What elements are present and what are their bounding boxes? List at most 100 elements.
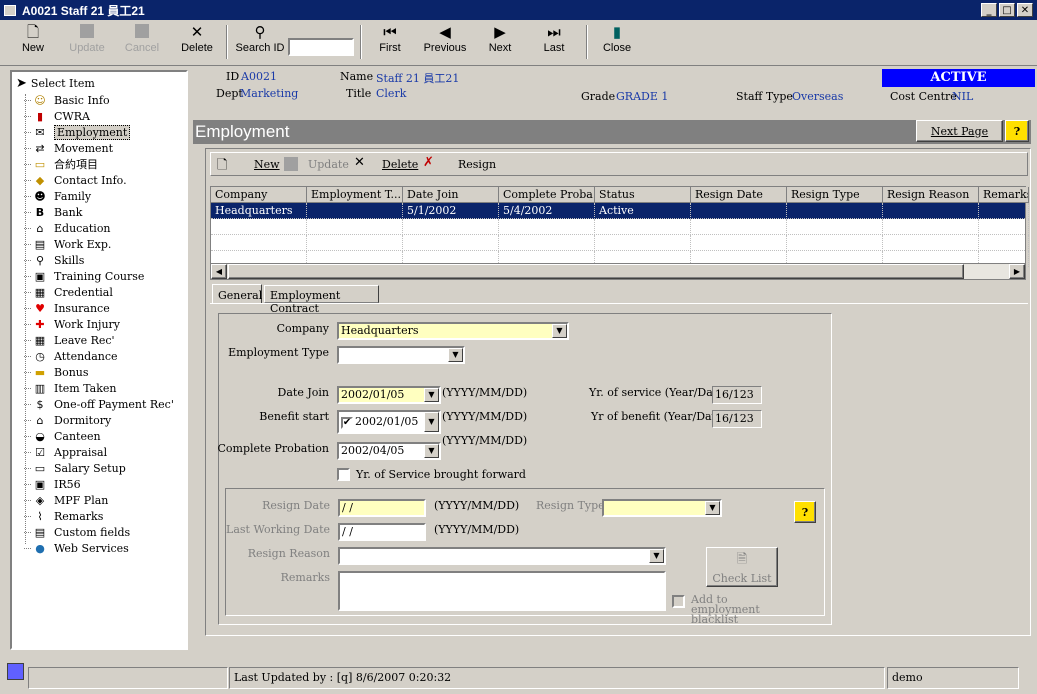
sidebar-item-skills[interactable]: ⚲ Skills — [24, 252, 85, 268]
tab-employment-contract[interactable]: Employment Contract — [264, 285, 379, 315]
sidebar-item-work-exp[interactable]: ▤ Work Exp. — [24, 236, 111, 252]
paperclip-icon: ⌇ — [37, 509, 43, 523]
sidebar-item-family[interactable]: ☻ Family — [24, 188, 91, 204]
sidebar-item-training-course[interactable]: ▣ Training Course — [24, 268, 144, 284]
grid-update-button[interactable]: Update — [308, 158, 349, 171]
brought-forward-checkbox[interactable] — [337, 468, 350, 481]
column-header[interactable]: Resign Reason — [883, 187, 979, 203]
blacklist-option[interactable]: Add to employment blacklist — [672, 594, 789, 625]
status-panel-empty — [28, 667, 228, 689]
sidebar-item-employment[interactable]: ✉ Employment — [24, 124, 131, 140]
sidebar-item-basic-info[interactable]: ☺ Basic Info — [24, 92, 110, 108]
sidebar-item-web-services[interactable]: ● Web Services — [24, 540, 129, 556]
date-join-field[interactable]: 2002/01/05 ▼ — [337, 386, 441, 404]
sidebar-item-contract[interactable]: ▭ 合約項目 — [24, 156, 98, 172]
column-header[interactable]: Company — [211, 187, 307, 203]
grid-delete-button[interactable]: Delete — [382, 158, 418, 171]
resign-help-button[interactable]: ? — [794, 501, 816, 523]
search-id-input[interactable] — [288, 38, 354, 56]
update-button[interactable]: Update — [66, 24, 108, 54]
employment-type-select[interactable]: ▼ — [337, 346, 465, 364]
sidebar-item-cwra[interactable]: ▮ CWRA — [24, 108, 90, 124]
scroll-left-icon[interactable]: ◀ — [211, 264, 227, 279]
title-bar: A0021 Staff 21 員工21 _ □ ✕ — [0, 0, 1037, 20]
resign-date-field[interactable]: / / — [338, 499, 426, 517]
sidebar-item-appraisal[interactable]: ☑ Appraisal — [24, 444, 107, 460]
table-cell — [883, 203, 979, 219]
sidebar-item-bonus[interactable]: ▬ Bonus — [24, 364, 89, 380]
book-icon: ▮ — [36, 109, 44, 123]
sidebar-item-custom-fields[interactable]: ▤ Custom fields — [24, 524, 130, 540]
remarks-textarea[interactable] — [338, 571, 666, 611]
sidebar-item-label: Bonus — [54, 365, 89, 379]
sidebar-item-work-injury[interactable]: ✚ Work Injury — [24, 316, 120, 332]
blacklist-checkbox[interactable] — [672, 595, 685, 608]
cancel-button[interactable]: Cancel — [122, 24, 162, 54]
column-header[interactable]: Resign Type — [787, 187, 883, 203]
grid-new-button[interactable]: New — [254, 158, 280, 171]
chevron-down-icon: ▼ — [424, 444, 439, 458]
previous-button[interactable]: ◀ Previous — [420, 24, 470, 54]
sidebar-item-education[interactable]: ⌂ Education — [24, 220, 111, 236]
check-list-button[interactable]: 🗎 Check List — [706, 547, 778, 587]
resign-reason-select[interactable]: ▼ — [338, 547, 666, 565]
column-header[interactable]: Resign Date — [691, 187, 787, 203]
sidebar-item-label: Credential — [54, 285, 113, 299]
first-button[interactable]: ⏮ First — [374, 24, 406, 54]
column-header[interactable]: Complete Proba... — [499, 187, 595, 203]
sidebar-item-mpf-plan[interactable]: ◈ MPF Plan — [24, 492, 108, 508]
horizontal-scrollbar[interactable]: ◀ ▶ — [211, 263, 1025, 279]
scrollbar-thumb[interactable] — [228, 264, 964, 279]
status-badge: ACTIVE — [882, 69, 1035, 87]
sidebar-item-label: CWRA — [54, 109, 90, 123]
sidebar-item-one-off-payment-rec[interactable]: $ One-off Payment Rec' — [24, 396, 174, 412]
new-button[interactable]: 🗋 New — [18, 24, 48, 54]
brought-forward-option[interactable]: Yr. of Service brought forward — [337, 468, 526, 481]
next-page-button[interactable]: Next Page — [916, 120, 1003, 142]
table-row[interactable] — [211, 235, 1029, 251]
column-header[interactable]: Remarks — [979, 187, 1029, 203]
complete-probation-field[interactable]: 2002/04/05 ▼ — [337, 442, 441, 460]
resign-type-select[interactable]: ▼ — [602, 499, 722, 517]
search-id-button[interactable]: ⚲ Search ID — [234, 24, 286, 54]
table-row[interactable]: Headquarters 5/1/2002 5/4/2002 Active — [211, 203, 1029, 219]
next-button[interactable]: ▶ Next — [484, 24, 516, 54]
delete-button[interactable]: ✕ Delete — [178, 24, 216, 54]
sidebar-item-dormitory[interactable]: ⌂ Dormitory — [24, 412, 111, 428]
close-button[interactable]: ▮ Close — [600, 24, 634, 54]
benefit-start-field[interactable]: ✔ 2002/01/05 ▼ — [337, 410, 441, 434]
sidebar-item-remarks[interactable]: ⌇ Remarks — [24, 508, 104, 524]
sidebar-item-bank[interactable]: B Bank — [24, 204, 82, 220]
scroll-right-icon[interactable]: ▶ — [1009, 264, 1025, 279]
company-select[interactable]: Headquarters ▼ — [337, 322, 569, 340]
sidebar-item-credential[interactable]: ▦ Credential — [24, 284, 113, 300]
tab-general[interactable]: General — [212, 284, 262, 304]
table-row[interactable] — [211, 219, 1029, 235]
current-user: demo — [887, 667, 1019, 689]
sidebar-item-movement[interactable]: ⇄ Movement — [24, 140, 113, 156]
sidebar-item-attendance[interactable]: ◷ Attendance — [24, 348, 118, 364]
sidebar-item-salary-setup[interactable]: ▭ Salary Setup — [24, 460, 126, 476]
table-cell — [595, 219, 691, 235]
maximize-button[interactable]: □ — [999, 3, 1015, 17]
sidebar-item-label: Skills — [54, 253, 85, 267]
sidebar-item-leave-rec[interactable]: ▦ Leave Rec' — [24, 332, 115, 348]
column-header[interactable]: Date Join — [403, 187, 499, 203]
grid-resign-button[interactable]: Resign — [458, 158, 496, 171]
last-button[interactable]: ⏭ Last — [538, 24, 570, 54]
minimize-button[interactable]: _ — [981, 3, 997, 17]
table-cell — [211, 219, 307, 235]
sidebar-item-ir56[interactable]: ▣ IR56 — [24, 476, 81, 492]
close-window-button[interactable]: ✕ — [1017, 3, 1033, 17]
sidebar-item-insurance[interactable]: ♥ Insurance — [24, 300, 110, 316]
sidebar-item-canteen[interactable]: ◒ Canteen — [24, 428, 101, 444]
skills-icon: ⚲ — [35, 253, 45, 267]
sidebar-item-label: Remarks — [54, 509, 104, 523]
column-header[interactable]: Employment T... — [307, 187, 403, 203]
sidebar-item-contact-info[interactable]: ◆ Contact Info. — [24, 172, 127, 188]
column-header[interactable]: Status — [595, 187, 691, 203]
benefit-start-checkbox[interactable]: ✔ — [341, 417, 353, 429]
sidebar-item-item-taken[interactable]: ▥ Item Taken — [24, 380, 117, 396]
last-working-date-field[interactable]: / / — [338, 523, 426, 541]
help-button[interactable]: ? — [1005, 120, 1029, 142]
